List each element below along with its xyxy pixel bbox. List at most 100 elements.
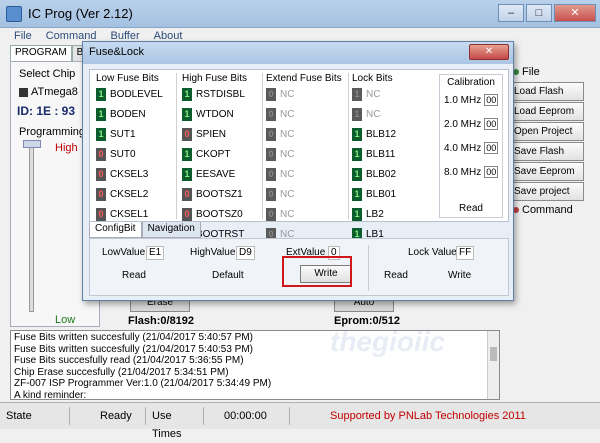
fuse-bit-toggle[interactable]: 0 xyxy=(96,147,106,161)
lock-write-button[interactable]: Write xyxy=(448,270,471,281)
lock-value-label: Lock Value xyxy=(408,247,457,258)
fuse-bit-toggle[interactable]: 0 xyxy=(182,207,192,221)
fuse-bit-row[interactable]: 1 NC xyxy=(352,84,396,104)
fuse-bit-toggle[interactable]: 1 xyxy=(96,87,106,101)
calibration-value[interactable]: 00 xyxy=(484,118,499,130)
fuse-bit-row[interactable]: 1 SUT1 xyxy=(96,124,163,144)
fuse-bit-row[interactable]: 1 CKOPT xyxy=(182,144,247,164)
minimize-button[interactable]: – xyxy=(498,4,524,22)
calibration-freq: 2.0 MHz xyxy=(444,118,482,130)
fuse-bit-row[interactable]: 0 SUT0 xyxy=(96,144,163,164)
fuse-bit-row[interactable]: 0 SPIEN xyxy=(182,124,247,144)
fuse-bit-row[interactable]: 1 EESAVE xyxy=(182,164,247,184)
fuse-bit-toggle[interactable]: 1 xyxy=(352,167,362,181)
fuse-bit-toggle[interactable]: 0 xyxy=(182,187,192,201)
fuse-bit-row[interactable]: 1 BLB12 xyxy=(352,124,396,144)
fuse-bit-row[interactable]: 0 NC xyxy=(266,144,342,164)
fuse-bit-row[interactable]: 0 CKSEL1 xyxy=(96,204,163,224)
calibration-freq: 4.0 MHz xyxy=(444,142,482,154)
status-bar: State Ready Use Times 00:00:00 Supported… xyxy=(0,402,600,440)
fuse-bit-row[interactable]: 0 NC xyxy=(266,184,342,204)
default-button[interactable]: Default xyxy=(212,270,244,281)
fuse-bit-row[interactable]: 1 RSTDISBL xyxy=(182,84,247,104)
fuse-bit-toggle[interactable]: 1 xyxy=(96,107,106,121)
high-value-field[interactable]: D9 xyxy=(236,246,255,260)
fuse-bit-toggle[interactable]: 0 xyxy=(266,187,276,201)
fuse-bit-toggle[interactable]: 0 xyxy=(266,107,276,121)
fuse-bit-toggle[interactable]: 0 xyxy=(266,87,276,101)
fuse-bit-row[interactable]: 0 NC xyxy=(266,124,342,144)
menu-file[interactable]: File xyxy=(14,28,32,44)
fuse-bit-toggle[interactable]: 1 xyxy=(352,107,362,121)
fuse-bit-toggle[interactable]: 1 xyxy=(96,127,106,141)
fuse-bit-toggle[interactable]: 1 xyxy=(352,127,362,141)
fuse-bit-toggle[interactable]: 0 xyxy=(96,207,106,221)
speed-slider-track[interactable] xyxy=(29,142,34,312)
save-project-button[interactable]: Save project xyxy=(509,182,584,201)
fuse-bit-row[interactable]: 0 BOOTSZ0 xyxy=(182,204,247,224)
fuse-bit-toggle[interactable]: 1 xyxy=(182,87,192,101)
tab-configbit[interactable]: ConfigBit xyxy=(89,222,142,238)
fuse-bit-name: BLB02 xyxy=(366,168,397,180)
fuse-bit-row[interactable]: 0 NC xyxy=(266,104,342,124)
fuse-bit-row[interactable]: 1 BODLEVEL xyxy=(96,84,163,104)
calibration-row: 1.0 MHz 00 xyxy=(440,88,502,112)
save-eeprom-button[interactable]: Save Eeprom xyxy=(509,162,584,181)
fuse-bit-toggle[interactable]: 1 xyxy=(182,167,192,181)
close-button[interactable]: ✕ xyxy=(554,4,596,22)
fuse-bit-toggle[interactable]: 1 xyxy=(182,107,192,121)
file-group-header: File xyxy=(509,63,584,81)
tab-navigation[interactable]: Navigation xyxy=(141,222,201,238)
fuse-bit-row[interactable]: 1 WTDON xyxy=(182,104,247,124)
load-flash-button[interactable]: Load Flash xyxy=(509,82,584,101)
fuse-bit-row[interactable]: 1 BLB11 xyxy=(352,144,396,164)
id-label: ID: xyxy=(17,104,33,118)
fuse-bit-row[interactable]: 1 LB2 xyxy=(352,204,396,224)
command-group-header: Command xyxy=(509,201,584,219)
fuse-bit-name: CKSEL2 xyxy=(110,188,149,200)
fuse-bit-toggle[interactable]: 0 xyxy=(266,207,276,221)
log-scroll-thumb[interactable] xyxy=(490,347,497,361)
chip-selector[interactable]: ATmega8 xyxy=(19,86,78,98)
fuse-bit-row[interactable]: 0 CKSEL2 xyxy=(96,184,163,204)
fuse-bit-toggle[interactable]: 1 xyxy=(352,147,362,161)
fuse-bit-toggle[interactable]: 0 xyxy=(266,167,276,181)
read-button[interactable]: Read xyxy=(122,270,146,281)
fuse-bit-row[interactable]: 0 CKSEL3 xyxy=(96,164,163,184)
tab-program[interactable]: PROGRAM xyxy=(10,45,72,61)
fuse-bit-row[interactable]: 1 NC xyxy=(352,104,396,124)
calibration-value[interactable]: 00 xyxy=(484,94,499,106)
fuse-bit-toggle[interactable]: 0 xyxy=(96,187,106,201)
chip-name: ATmega8 xyxy=(31,86,78,98)
calibration-read-button[interactable]: Read xyxy=(440,203,502,214)
fuse-bit-toggle[interactable]: 1 xyxy=(352,207,362,221)
speed-slider-thumb[interactable] xyxy=(23,140,41,148)
lock-read-button[interactable]: Read xyxy=(384,270,408,281)
calibration-value[interactable]: 00 xyxy=(484,166,499,178)
calibration-value[interactable]: 00 xyxy=(484,142,499,154)
fuse-bit-row[interactable]: 0 BOOTSZ1 xyxy=(182,184,247,204)
fuse-bit-row[interactable]: 0 NC xyxy=(266,164,342,184)
fuse-bit-row[interactable]: 1 BLB02 xyxy=(352,164,396,184)
save-flash-button[interactable]: Save Flash xyxy=(509,142,584,161)
fuse-bit-row[interactable]: 0 NC xyxy=(266,84,342,104)
fuse-bit-toggle[interactable]: 0 xyxy=(266,147,276,161)
load-eeprom-button[interactable]: Load Eeprom xyxy=(509,102,584,121)
fuse-bit-toggle[interactable]: 0 xyxy=(266,127,276,141)
fuse-bit-toggle[interactable]: 0 xyxy=(96,167,106,181)
fuse-bit-toggle[interactable]: 0 xyxy=(182,127,192,141)
write-highlight-box xyxy=(282,256,352,287)
fuse-bit-row[interactable]: 1 BLB01 xyxy=(352,184,396,204)
fuse-bit-row[interactable]: 0 NC xyxy=(266,204,342,224)
lock-value-field[interactable]: FF xyxy=(456,246,475,260)
fuse-bit-toggle[interactable]: 1 xyxy=(352,187,362,201)
dialog-close-button[interactable]: ✕ xyxy=(469,44,509,60)
fuse-bit-row[interactable]: 1 BODEN xyxy=(96,104,163,124)
fuse-bit-toggle[interactable]: 1 xyxy=(182,147,192,161)
fuse-bit-toggle[interactable]: 1 xyxy=(352,87,362,101)
maximize-button[interactable]: □ xyxy=(526,4,552,22)
low-value-field[interactable]: E1 xyxy=(146,246,165,260)
log-scrollbar[interactable] xyxy=(487,331,499,399)
open-project-button[interactable]: Open Project xyxy=(509,122,584,141)
dialog-title-bar: Fuse&Lock ✕ xyxy=(83,42,513,64)
